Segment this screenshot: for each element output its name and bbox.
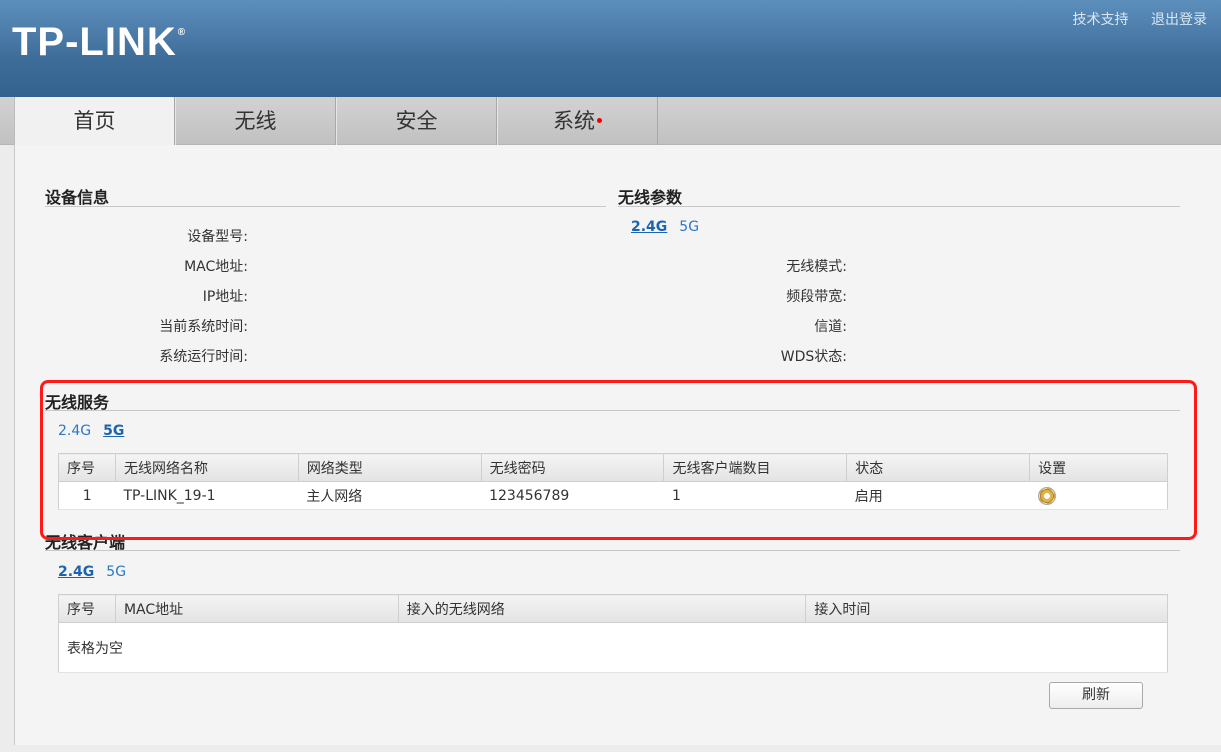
wds-status-label: WDS状态:: [780, 349, 847, 365]
band-tab-5g[interactable]: 5G: [679, 219, 699, 235]
band-tab-2-4g[interactable]: 2.4G: [631, 219, 667, 235]
band-tab-5g[interactable]: 5G: [106, 564, 126, 580]
bandwidth-label: 频段带宽:: [786, 289, 847, 305]
device-model-label: 设备型号:: [187, 229, 248, 245]
wireless-mode-label: 无线模式:: [786, 259, 847, 275]
tab-home[interactable]: 首页: [14, 97, 175, 146]
column-header: 接入时间: [805, 594, 1168, 623]
band-tab-2-4g[interactable]: 2.4G: [58, 564, 94, 580]
wireless-params-title: 无线参数: [618, 188, 683, 207]
empty-table-text: 表格为空: [58, 622, 1168, 673]
tp-link-logo: TP-LINK®: [12, 20, 187, 64]
channel-label: 信道:: [814, 319, 847, 335]
refresh-button[interactable]: 刷新: [1049, 682, 1143, 709]
tab-security[interactable]: 安全: [336, 97, 497, 145]
divider: [45, 550, 1180, 551]
tech-support-link[interactable]: 技术支持: [1073, 12, 1129, 28]
divider: [45, 206, 606, 207]
tab-system[interactable]: 系统: [497, 97, 658, 145]
divider: [618, 206, 1180, 207]
main-nav: 首页 无线 安全 系统: [0, 97, 1221, 146]
device-info-title: 设备信息: [45, 188, 110, 207]
alert-dot-icon: [597, 117, 602, 123]
wireless-clients-band-tabs: 2.4G 5G: [58, 564, 138, 580]
column-header: MAC地址: [114, 594, 399, 623]
ip-address-label: IP地址:: [202, 289, 248, 305]
column-header: 序号: [58, 594, 116, 623]
logout-link[interactable]: 退出登录: [1151, 12, 1207, 28]
wireless-clients-table: 序号 MAC地址 接入的无线网络 接入时间 表格为空: [58, 594, 1168, 673]
column-header: 接入的无线网络: [397, 594, 807, 623]
system-time-label: 当前系统时间:: [159, 319, 248, 335]
top-links: 技术支持 退出登录: [1055, 9, 1207, 29]
uptime-label: 系统运行时间:: [159, 349, 248, 365]
table-header-row: 序号 MAC地址 接入的无线网络 接入时间: [58, 594, 1168, 623]
highlight-box: [40, 380, 1197, 540]
mac-address-label: MAC地址:: [184, 259, 248, 275]
tab-wireless[interactable]: 无线: [175, 97, 336, 145]
header-bar: TP-LINK® 技术支持 退出登录: [0, 0, 1221, 97]
table-empty-row: 表格为空: [58, 622, 1168, 673]
wireless-params-band-tabs: 2.4G 5G: [631, 219, 711, 235]
